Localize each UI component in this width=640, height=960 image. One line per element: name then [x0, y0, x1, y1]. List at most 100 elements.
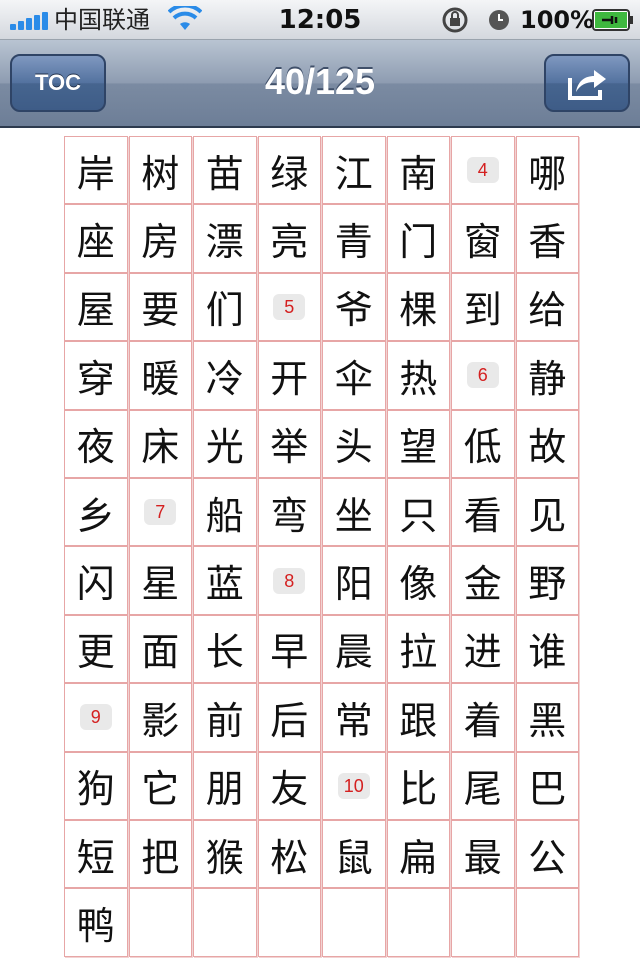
page-counter-title: 40/125	[264, 61, 376, 102]
character-cell: 船	[193, 477, 257, 547]
character-cell: 巴	[515, 751, 579, 820]
lesson-number: 6	[466, 362, 499, 389]
character-cell: 乡	[64, 477, 128, 547]
character-cell: 哪	[515, 136, 579, 205]
character-cell: 星	[128, 546, 192, 615]
character-cell: 见	[515, 477, 579, 547]
empty-cell	[193, 888, 257, 957]
character-cell: 前	[193, 683, 257, 752]
character-cell: 江	[322, 136, 386, 205]
status-bar: 中国联通 12:05 100%	[0, 0, 640, 40]
character-cell: 窗	[451, 204, 515, 273]
character-cell: 漂	[193, 204, 257, 273]
share-icon	[568, 70, 606, 100]
character-cell: 冷	[193, 341, 257, 410]
character-cell: 暖	[128, 341, 192, 410]
character-cell: 更	[64, 614, 128, 684]
character-cell: 把	[128, 819, 192, 889]
character-cell: 穿	[64, 341, 128, 410]
share-button[interactable]	[544, 54, 630, 112]
empty-cell	[128, 888, 192, 957]
character-cell: 故	[515, 409, 579, 478]
character-cell: 跟	[386, 683, 450, 752]
character-cell: 友	[257, 751, 321, 820]
character-cell: 要	[128, 272, 192, 342]
lesson-number-cell: 6	[451, 341, 515, 410]
lesson-number: 7	[144, 499, 177, 526]
empty-cell	[322, 888, 386, 957]
character-cell: 光	[193, 409, 257, 478]
character-cell: 猴	[193, 819, 257, 889]
lesson-number-cell: 8	[257, 546, 321, 615]
empty-cell	[451, 888, 515, 957]
character-cell: 弯	[257, 477, 321, 547]
empty-cell	[257, 888, 321, 957]
alarm-icon	[489, 10, 509, 30]
character-cell: 面	[128, 614, 192, 684]
character-cell: 只	[386, 477, 450, 547]
battery-charging-icon	[592, 9, 633, 31]
lesson-number-cell: 10	[322, 751, 386, 820]
character-cell: 香	[515, 204, 579, 273]
lesson-number-cell: 5	[257, 272, 321, 342]
lesson-number-cell: 4	[451, 136, 515, 205]
character-cell: 金	[451, 546, 515, 615]
character-cell: 举	[257, 409, 321, 478]
character-cell: 狗	[64, 751, 128, 820]
character-cell: 坐	[322, 477, 386, 547]
lesson-number: 8	[273, 567, 306, 594]
character-cell: 们	[193, 272, 257, 342]
lesson-number: 10	[337, 772, 370, 799]
navigation-bar: TOC 40/125	[0, 40, 640, 128]
character-cell: 晨	[322, 614, 386, 684]
character-cell: 常	[322, 683, 386, 752]
character-cell: 鼠	[322, 819, 386, 889]
character-cell: 树	[128, 136, 192, 205]
character-cell: 蓝	[193, 546, 257, 615]
character-cell: 屋	[64, 272, 128, 342]
character-grid: 岸树苗绿江南4哪座房漂亮青门窗香屋要们5爷棵到给穿暖冷开伞热6静夜床光举头望低故…	[64, 136, 580, 957]
character-cell: 苗	[193, 136, 257, 205]
character-cell: 夜	[64, 409, 128, 478]
character-cell: 房	[128, 204, 192, 273]
wifi-icon	[168, 6, 202, 30]
character-cell: 比	[386, 751, 450, 820]
character-cell: 床	[128, 409, 192, 478]
lesson-number: 4	[466, 157, 499, 184]
character-cell: 它	[128, 751, 192, 820]
character-cell: 谁	[515, 614, 579, 684]
character-cell: 岸	[64, 136, 128, 205]
character-cell: 座	[64, 204, 128, 273]
character-cell: 尾	[451, 751, 515, 820]
character-cell: 最	[451, 819, 515, 889]
character-cell: 给	[515, 272, 579, 342]
character-cell: 静	[515, 341, 579, 410]
character-cell: 看	[451, 477, 515, 547]
character-cell: 青	[322, 204, 386, 273]
character-cell: 进	[451, 614, 515, 684]
lesson-number-cell: 7	[128, 477, 192, 547]
toc-button[interactable]: TOC	[10, 54, 106, 112]
character-cell: 低	[451, 409, 515, 478]
lesson-number-cell: 9	[64, 683, 128, 752]
character-cell: 松	[257, 819, 321, 889]
character-cell: 着	[451, 683, 515, 752]
character-cell: 棵	[386, 272, 450, 342]
character-cell: 开	[257, 341, 321, 410]
character-cell: 到	[451, 272, 515, 342]
character-cell: 闪	[64, 546, 128, 615]
character-cell: 黑	[515, 683, 579, 752]
character-cell: 望	[386, 409, 450, 478]
character-cell: 朋	[193, 751, 257, 820]
signal-strength-icon	[10, 10, 50, 30]
character-cell: 绿	[257, 136, 321, 205]
carrier-name: 中国联通	[54, 6, 150, 34]
lesson-number: 5	[273, 293, 306, 320]
character-cell: 头	[322, 409, 386, 478]
character-cell: 爷	[322, 272, 386, 342]
character-cell: 公	[515, 819, 579, 889]
character-cell: 热	[386, 341, 450, 410]
character-cell: 长	[193, 614, 257, 684]
rotation-lock-icon	[442, 7, 468, 33]
lesson-number: 9	[79, 704, 112, 731]
